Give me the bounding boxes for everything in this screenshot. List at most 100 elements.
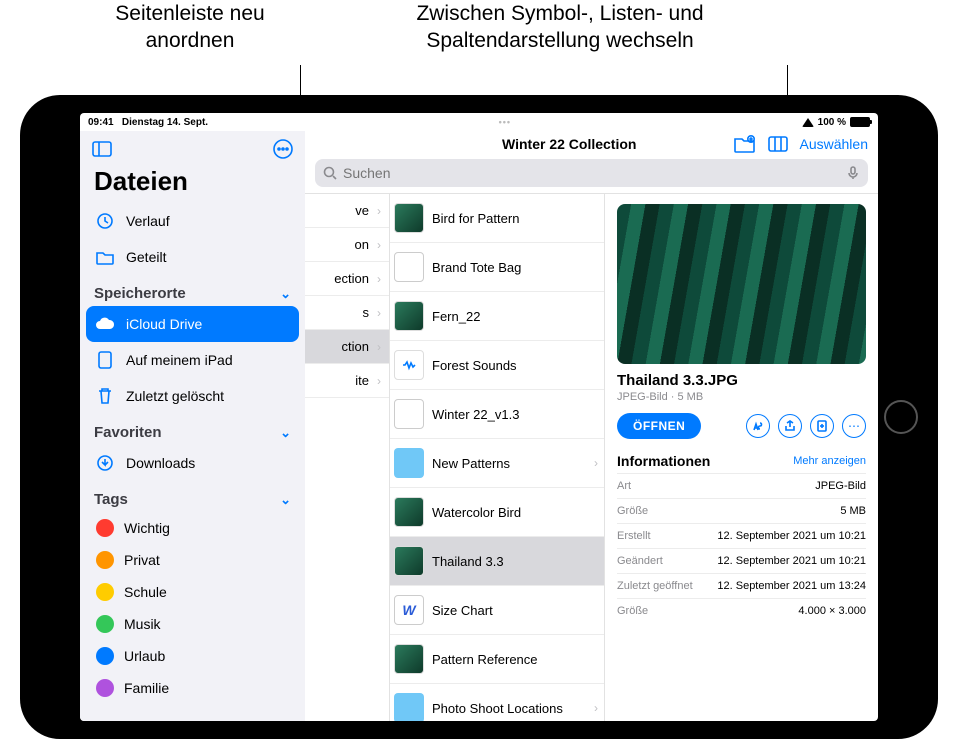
battery-percent: 100 % [818, 117, 846, 128]
home-button[interactable] [884, 400, 918, 434]
status-time: 09:41 [88, 117, 114, 128]
column-row[interactable]: Brand Tote Bag [390, 243, 604, 292]
doc-icon [394, 252, 424, 282]
ipad-frame: 09:41 Dienstag 14. Sept. ••• 100 % [20, 95, 938, 739]
sidebar-tag-item[interactable]: Schule [80, 576, 305, 608]
show-more-link[interactable]: Mehr anzeigen [793, 455, 866, 467]
sidebar-item-label: Geteilt [126, 249, 166, 265]
column-row[interactable]: Fern_22 [390, 292, 604, 341]
info-row: Erstellt12. September 2021 um 10:21 [617, 523, 866, 548]
sidebar-item-trash[interactable]: Zuletzt gelöscht [80, 378, 305, 414]
column-row[interactable]: Photo Shoot Locations › [390, 684, 604, 721]
view-mode-button[interactable] [768, 136, 788, 152]
image-thumb [394, 546, 424, 576]
search-field[interactable] [315, 159, 868, 187]
sidebar-item-icloud-drive[interactable]: iCloud Drive [86, 306, 299, 342]
info-key: Größe [617, 505, 648, 517]
sidebar-item-recents[interactable]: Verlauf [80, 203, 305, 239]
image-thumb [394, 497, 424, 527]
select-button[interactable]: Auswählen [800, 136, 869, 152]
sidebar-item-on-ipad[interactable]: Auf meinem iPad [80, 342, 305, 378]
column-row[interactable]: ite› [305, 364, 389, 398]
row-label: Brand Tote Bag [432, 260, 598, 275]
tag-label: Wichtig [124, 520, 170, 536]
column-row[interactable]: Bird for Pattern [390, 194, 604, 243]
row-label: Photo Shoot Locations [432, 701, 586, 716]
sidebar-title: Dateien [80, 164, 305, 203]
row-label: s [309, 305, 369, 320]
column-2: Bird for Pattern Brand Tote Bag Fern_22 For… [390, 194, 605, 721]
battery-icon [850, 117, 870, 127]
more-options-button[interactable] [271, 137, 295, 161]
tag-button[interactable] [810, 414, 834, 438]
multitask-dots[interactable]: ••• [499, 117, 511, 127]
section-header-favorites[interactable]: Favoriten ⌄ [80, 414, 305, 445]
markup-button[interactable] [746, 414, 770, 438]
audio-icon [394, 350, 424, 380]
chevron-right-icon: › [594, 701, 598, 715]
sidebar-tag-item[interactable]: Privat [80, 544, 305, 576]
row-label: Forest Sounds [432, 358, 598, 373]
sidebar-item-downloads[interactable]: Downloads [80, 445, 305, 481]
search-icon [323, 166, 337, 180]
row-label: ve [309, 203, 369, 218]
sidebar-tag-item[interactable]: Familie [80, 672, 305, 704]
column-row[interactable]: ction› [305, 330, 389, 364]
chevron-right-icon: › [377, 272, 381, 286]
info-key: Geändert [617, 555, 663, 567]
info-row: ArtJPEG-Bild [617, 473, 866, 498]
sidebar-item-shared[interactable]: Geteilt [80, 239, 305, 275]
callout-sidebar-reorder: Seitenleiste neu anordnen [75, 0, 305, 55]
word-doc-icon: W [394, 595, 424, 625]
more-button[interactable]: ⋯ [842, 414, 866, 438]
sidebar-tag-item[interactable]: Musik [80, 608, 305, 640]
cloud-icon [94, 313, 116, 335]
chevron-down-icon: ⌄ [280, 492, 291, 508]
column-row[interactable]: New Patterns› [390, 439, 604, 488]
sidebar: Dateien Verlauf Geteilt Speicherorte ⌄ i… [80, 131, 305, 721]
tag-color-dot [96, 583, 114, 601]
detail-pane: Thailand 3.3.JPG JPEG-Bild · 5 MB ÖFFNEN… [605, 194, 878, 721]
sidebar-item-label: Zuletzt gelöscht [126, 388, 224, 404]
column-row[interactable]: Forest Sounds [390, 341, 604, 390]
tag-color-dot [96, 615, 114, 633]
column-row[interactable]: Pattern Reference [390, 635, 604, 684]
tag-label: Musik [124, 616, 161, 632]
chevron-right-icon: › [377, 340, 381, 354]
row-label: Size Chart [432, 603, 598, 618]
column-row[interactable]: W Size Chart [390, 586, 604, 635]
row-label: Fern_22 [432, 309, 598, 324]
column-row[interactable]: s› [305, 296, 389, 330]
section-header-locations[interactable]: Speicherorte ⌄ [80, 275, 305, 306]
row-label: on [309, 237, 369, 252]
column-row[interactable]: on› [305, 228, 389, 262]
open-button[interactable]: ÖFFNEN [617, 413, 701, 439]
column-row[interactable]: ection› [305, 262, 389, 296]
tag-color-dot [96, 519, 114, 537]
sidebar-tag-item[interactable]: Wichtig [80, 512, 305, 544]
info-row: Geändert12. September 2021 um 10:21 [617, 548, 866, 573]
status-date: Dienstag 14. Sept. [122, 117, 208, 128]
column-row[interactable]: ve› [305, 194, 389, 228]
folder-icon [394, 693, 424, 721]
new-folder-button[interactable] [734, 135, 756, 153]
image-thumb [394, 203, 424, 233]
column-row[interactable]: Winter 22_v1.3 [390, 390, 604, 439]
wifi-icon [802, 118, 814, 127]
mic-icon[interactable] [846, 166, 860, 180]
row-label: Thailand 3.3 [432, 554, 598, 569]
chevron-down-icon: ⌄ [280, 425, 291, 441]
column-row[interactable]: Watercolor Bird [390, 488, 604, 537]
column-row[interactable]: Thailand 3.3 [390, 537, 604, 586]
sidebar-toggle-button[interactable] [90, 137, 114, 161]
chevron-right-icon: › [594, 456, 598, 470]
section-label: Favoriten [94, 424, 162, 441]
share-button[interactable] [778, 414, 802, 438]
info-key: Größe [617, 605, 648, 617]
section-header-tags[interactable]: Tags ⌄ [80, 481, 305, 512]
file-preview[interactable] [617, 204, 866, 364]
sidebar-tag-item[interactable]: Urlaub [80, 640, 305, 672]
info-row: Größe5 MB [617, 498, 866, 523]
search-input[interactable] [343, 165, 840, 181]
shared-folder-icon [94, 246, 116, 268]
